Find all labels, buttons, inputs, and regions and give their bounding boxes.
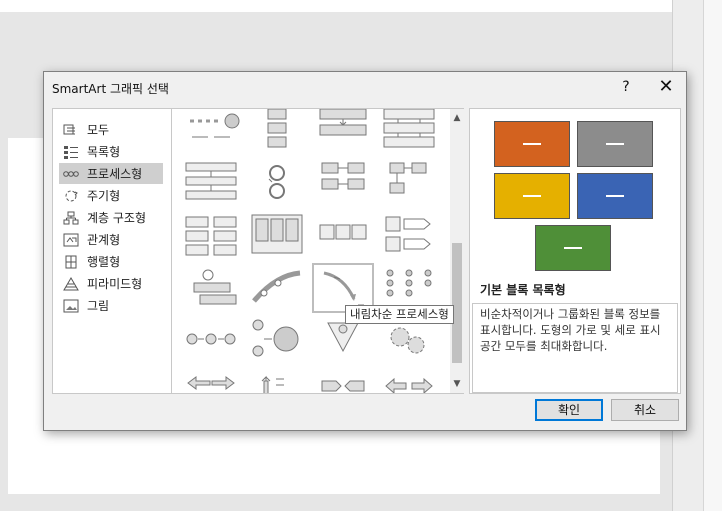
- scroll-down-icon[interactable]: ▼: [450, 377, 464, 391]
- layout-thumbnail[interactable]: [246, 369, 308, 393]
- scroll-up-icon[interactable]: ▲: [450, 111, 464, 125]
- layout-thumbnail[interactable]: [246, 109, 308, 157]
- layout-thumbnail[interactable]: [180, 213, 242, 263]
- preview-pane: 기본 블록 목록형 비순차적이거나 그룹화된 블록 정보를 표시합니다. 도형의…: [469, 108, 681, 394]
- category-relationship[interactable]: 관계형: [59, 229, 163, 250]
- category-picture[interactable]: 그림: [59, 295, 163, 316]
- layout-tooltip: 내림차순 프로세스형: [345, 305, 454, 324]
- list-icon: [63, 145, 79, 159]
- category-list-type[interactable]: 목록형: [59, 141, 163, 162]
- preview-block: [494, 173, 570, 219]
- pyramid-icon: [63, 276, 79, 291]
- preview-block: [494, 121, 570, 167]
- background-ribbon: [0, 0, 672, 12]
- category-hierarchy[interactable]: 계층 구조형: [59, 207, 163, 228]
- scrollbar-thumb[interactable]: [452, 243, 462, 363]
- category-cycle[interactable]: 주기형: [59, 185, 163, 206]
- layout-gallery: [172, 108, 464, 394]
- hierarchy-icon: [63, 211, 79, 225]
- help-button[interactable]: ?: [612, 76, 640, 98]
- layout-thumbnail[interactable]: [246, 265, 308, 315]
- layout-thumbnail[interactable]: [180, 369, 242, 393]
- layout-thumbnail[interactable]: [312, 213, 374, 263]
- matrix-icon: [63, 255, 79, 269]
- category-label: 목록형: [87, 145, 121, 159]
- cycle-icon: [63, 189, 79, 203]
- category-label: 모두: [87, 123, 110, 137]
- layout-thumbnail[interactable]: [312, 369, 374, 393]
- preview-title: 기본 블록 목록형: [480, 283, 566, 297]
- smartart-dialog: SmartArt 그래픽 선택 ? ✕ 모두 목록형 프로세스형 주기형 계층 …: [43, 71, 687, 431]
- layout-thumbnail[interactable]: [180, 159, 242, 209]
- preview-block: [535, 225, 611, 271]
- layout-thumbnail[interactable]: [246, 317, 308, 367]
- all-icon: [63, 123, 79, 137]
- category-label: 주기형: [87, 189, 121, 203]
- layout-thumbnail[interactable]: [312, 109, 374, 157]
- category-matrix[interactable]: 행렬형: [59, 251, 163, 272]
- picture-icon: [63, 299, 79, 313]
- category-all[interactable]: 모두: [59, 119, 163, 140]
- layout-thumbnail[interactable]: [378, 109, 440, 157]
- layout-thumbnail[interactable]: [378, 369, 440, 393]
- category-label: 관계형: [87, 233, 121, 247]
- category-label: 프로세스형: [87, 167, 143, 181]
- preview-block: [577, 173, 653, 219]
- layout-thumbnail[interactable]: [246, 213, 308, 263]
- relationship-icon: [63, 233, 79, 247]
- close-button[interactable]: ✕: [652, 76, 680, 98]
- category-process[interactable]: 프로세스형: [59, 163, 163, 184]
- layout-thumbnail[interactable]: [312, 159, 374, 209]
- layout-thumbnail[interactable]: [378, 213, 440, 263]
- layout-thumbnail[interactable]: [180, 265, 242, 315]
- cancel-button[interactable]: 취소: [611, 399, 679, 421]
- layout-thumbnail[interactable]: [378, 159, 440, 209]
- layout-thumbnail[interactable]: [180, 317, 242, 367]
- dialog-titlebar: SmartArt 그래픽 선택 ? ✕: [44, 72, 686, 102]
- process-icon: [63, 167, 79, 181]
- preview-block: [577, 121, 653, 167]
- category-label: 그림: [87, 299, 110, 313]
- layout-thumbnail[interactable]: [180, 109, 242, 157]
- layout-thumbnail[interactable]: [246, 159, 308, 209]
- layout-thumbnail[interactable]: [312, 317, 374, 367]
- dialog-title: SmartArt 그래픽 선택: [52, 82, 169, 96]
- preview-description: 비순차적이거나 그룹화된 블록 정보를 표시합니다. 도형의 가로 및 세로 표…: [472, 303, 678, 393]
- category-label: 계층 구조형: [87, 211, 147, 225]
- category-label: 행렬형: [87, 255, 121, 269]
- layout-thumbnail[interactable]: [378, 317, 440, 367]
- category-label: 피라미드형: [87, 277, 143, 291]
- category-pyramid[interactable]: 피라미드형: [59, 273, 163, 294]
- category-list: 모두 목록형 프로세스형 주기형 계층 구조형 관계형 행렬형 피라미드형 그림: [52, 108, 172, 394]
- gallery-scrollbar[interactable]: ▲ ▼: [450, 109, 464, 393]
- ok-button[interactable]: 확인: [535, 399, 603, 421]
- side-pane-edge: [703, 0, 722, 511]
